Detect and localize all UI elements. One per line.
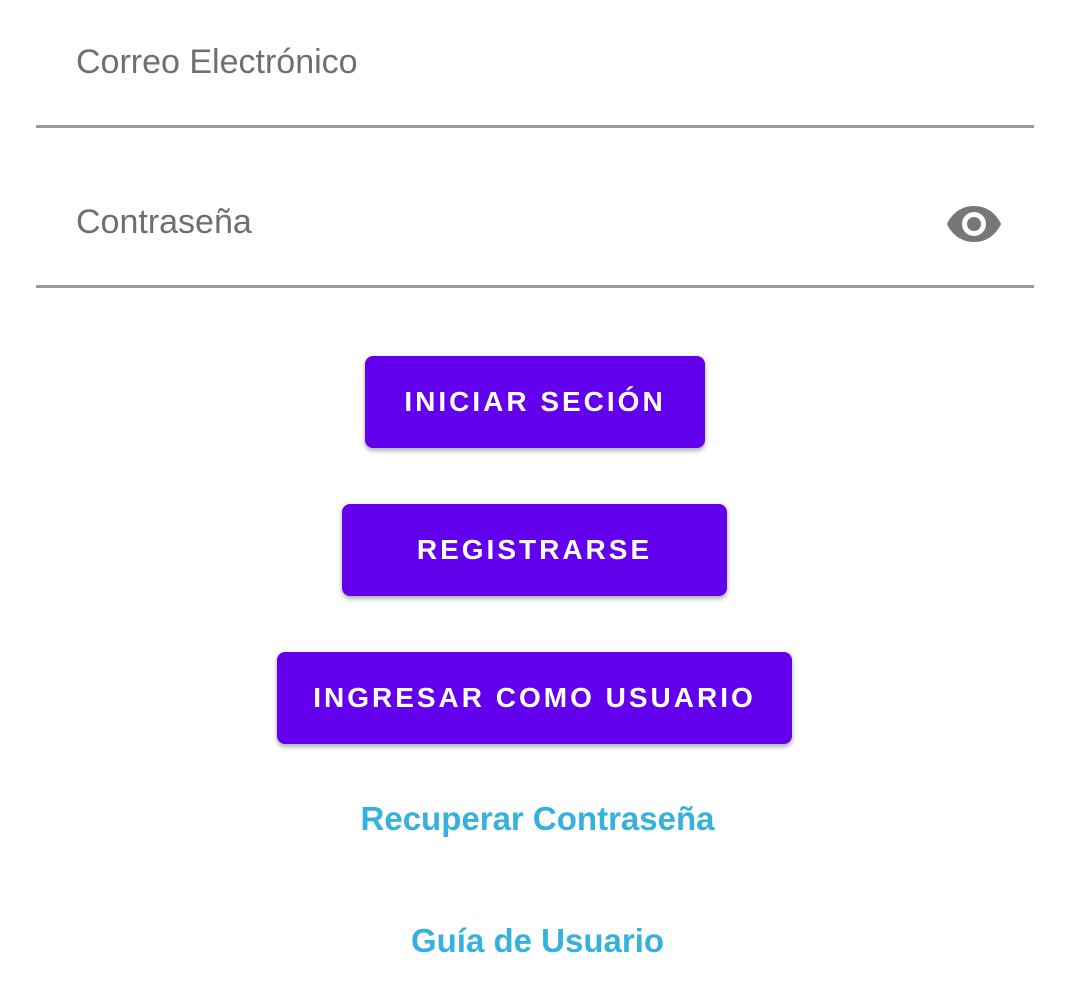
email-field (36, 0, 1034, 128)
user-guide-link[interactable]: Guía de Usuario (0, 922, 1075, 960)
eye-icon (947, 206, 1001, 242)
recover-password-link[interactable]: Recuperar Contraseña (0, 800, 1075, 838)
register-button[interactable]: REGISTRARSE (342, 504, 727, 596)
login-button[interactable]: INICIAR SECIÓN (365, 356, 705, 448)
password-input[interactable] (76, 196, 896, 248)
password-field (36, 160, 1034, 288)
guest-login-button[interactable]: INGRESAR COMO USUARIO (277, 652, 792, 744)
email-input[interactable] (76, 36, 896, 88)
password-visibility-toggle[interactable] (944, 200, 1004, 248)
